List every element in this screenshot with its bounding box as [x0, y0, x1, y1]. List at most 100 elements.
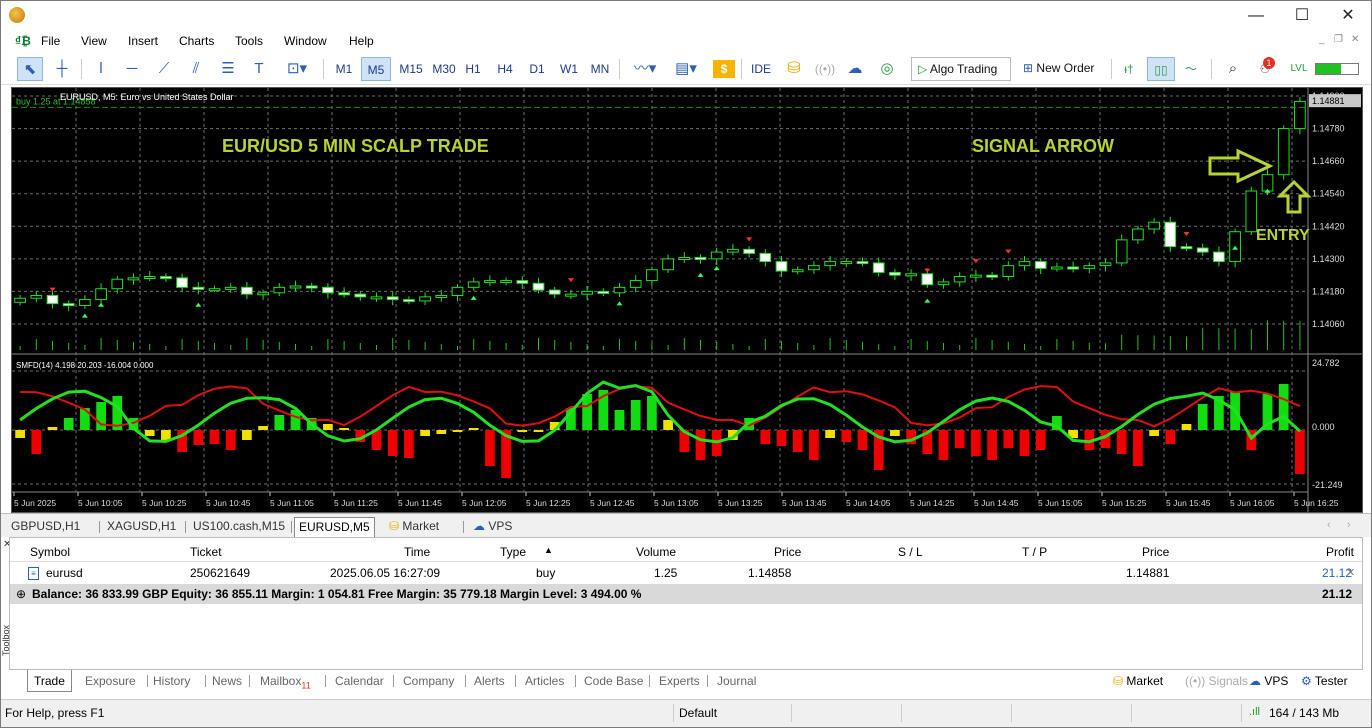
timeframe-mn[interactable]: MN — [587, 57, 613, 81]
mdi-minimize-icon[interactable]: _ — [1319, 34, 1325, 45]
candle-body — [241, 286, 253, 295]
shapes-dropdown-icon[interactable]: ⊡▾ — [277, 57, 317, 81]
menu-help[interactable]: Help — [349, 34, 374, 48]
mdi-close-icon[interactable]: ✕ — [1351, 34, 1359, 45]
tab-history[interactable]: History — [153, 674, 190, 688]
tab-code-base[interactable]: Code Base — [584, 674, 643, 688]
tab-alerts[interactable]: Alerts — [474, 674, 505, 688]
col-profit[interactable]: Profit — [1326, 545, 1354, 559]
col-volume[interactable]: Volume — [636, 545, 676, 559]
services-globe-icon[interactable]: ◎ — [875, 57, 899, 81]
algo-trading-button[interactable]: ▷ Algo Trading — [911, 57, 1011, 81]
position-row[interactable]: ≡ eurusd 250621649 2025.06.05 16:27:09 b… — [10, 563, 1362, 583]
price-chart[interactable]: 1.149001.147801.146601.145401.144201.143… — [12, 88, 1362, 512]
timeframe-h1[interactable]: H1 — [461, 57, 485, 81]
text-tool-icon[interactable]: T — [247, 57, 271, 81]
tab-company[interactable]: Company — [403, 674, 454, 688]
search-icon[interactable]: ⌕ — [1221, 57, 1245, 81]
ide-button[interactable]: IDE — [749, 57, 773, 81]
mdi-restore-icon[interactable]: ❐ — [1334, 34, 1343, 45]
tab-mailbox[interactable]: Mailbox11 — [260, 674, 311, 690]
line-chart-icon[interactable]: 〜 — [1179, 57, 1203, 81]
chart-window[interactable]: 1.149001.147801.146601.145401.144201.143… — [11, 87, 1363, 513]
menu-window[interactable]: Window — [284, 34, 327, 48]
candle-body — [289, 285, 302, 289]
col-tp[interactable]: T / P — [1022, 545, 1047, 559]
signals-icon[interactable]: ((•)) — [813, 57, 837, 81]
menu-tools[interactable]: Tools — [235, 34, 263, 48]
tab-exposure[interactable]: Exposure — [85, 674, 136, 688]
candle-body — [872, 262, 885, 273]
chart-tab-vps[interactable]: ☁ VPS — [469, 517, 516, 537]
minimize-button[interactable]: — — [1233, 1, 1279, 31]
tab-calendar[interactable]: Calendar — [335, 674, 384, 688]
horizontal-line-icon[interactable]: ─ — [119, 57, 145, 81]
level-icon[interactable]: LVL — [1289, 57, 1309, 81]
terminal-signals-link[interactable]: ((•)) Signals — [1185, 674, 1248, 688]
bar-chart-icon[interactable]: ᵻ† — [1117, 57, 1141, 81]
crosshair-tool-icon[interactable]: ┼ — [49, 57, 75, 81]
col-type[interactable]: Type — [500, 545, 526, 559]
close-position-icon[interactable]: ✕ — [1346, 566, 1355, 579]
timeframe-h4[interactable]: H4 — [493, 57, 517, 81]
terminal-tester-link[interactable]: ⚙ Tester — [1301, 674, 1348, 688]
timeframe-m5[interactable]: M5 — [361, 57, 391, 81]
chart-type-dropdown-icon[interactable]: 〰▾ — [627, 57, 663, 81]
vps-cloud-icon[interactable]: ☁ — [843, 57, 867, 81]
chart-menu-icon[interactable]: ₫₿ — [15, 34, 31, 48]
terminal-vps-link[interactable]: ☁ VPS — [1249, 674, 1288, 688]
close-button[interactable]: ✕ — [1325, 1, 1371, 31]
chart-tab-eurusd[interactable]: EURUSD,M5 — [294, 517, 375, 537]
vertical-line-icon[interactable]: ǀ — [89, 57, 113, 81]
menu-charts[interactable]: Charts — [179, 34, 214, 48]
expand-icon[interactable]: ⊕ — [16, 587, 26, 601]
col-price[interactable]: Price — [1142, 545, 1169, 559]
tab-scroll-right-icon[interactable]: › — [1347, 519, 1351, 531]
timeframe-m15[interactable]: M15 — [395, 57, 427, 81]
timeframe-m1[interactable]: M1 — [331, 57, 357, 81]
indicator-histogram-bar — [63, 418, 74, 430]
col-ticket[interactable]: Ticket — [190, 545, 222, 559]
candle-body — [1034, 261, 1047, 269]
col-symbol[interactable]: Symbol — [30, 545, 70, 559]
timeframe-m30[interactable]: M30 — [429, 57, 459, 81]
new-order-button[interactable]: ⊞ New Order — [1017, 57, 1105, 81]
col-time[interactable]: Time — [404, 545, 430, 559]
maximize-button[interactable]: ☐ — [1279, 1, 1325, 31]
menu-file[interactable]: File — [41, 34, 60, 48]
market-bag-icon[interactable]: ⛁ — [783, 57, 805, 81]
template-dropdown-icon[interactable]: ▤▾ — [667, 57, 705, 81]
notifications-icon[interactable]: ⚇ 1 — [1253, 57, 1277, 81]
chart-tab-market[interactable]: ⛁ Market — [385, 517, 443, 537]
candlestick-chart-icon[interactable]: ▯▯ — [1147, 57, 1175, 81]
col-sl[interactable]: S / L — [898, 545, 923, 559]
indicator-histogram-bar — [47, 427, 58, 430]
channel-icon[interactable]: ⫽ — [183, 57, 209, 81]
tab-journal[interactable]: Journal — [717, 674, 756, 688]
trendline-icon[interactable]: ⟋ — [151, 57, 177, 81]
tab-articles[interactable]: Articles — [525, 674, 564, 688]
annotation-signal: SIGNAL ARROW — [972, 136, 1114, 156]
candle-body — [970, 274, 982, 278]
timeframe-w1[interactable]: W1 — [557, 57, 581, 81]
market-dollar-icon[interactable]: $ — [713, 60, 735, 78]
tab-news[interactable]: News — [212, 674, 242, 688]
timeframe-d1[interactable]: D1 — [525, 57, 549, 81]
col-open-price[interactable]: Price — [774, 545, 801, 559]
indicator-histogram-bar — [809, 430, 819, 460]
menu-insert[interactable]: Insert — [128, 34, 158, 48]
chart-tab-xagusd[interactable]: XAGUSD,H1 — [103, 517, 180, 537]
candle-body — [1213, 251, 1225, 263]
menu-view[interactable]: View — [81, 34, 107, 48]
indicator-tick-label: -21.249 — [1312, 480, 1343, 490]
chart-tab-us100[interactable]: US100.cash,M15 — [189, 517, 289, 537]
terminal-market-link[interactable]: ⛁ Market — [1113, 674, 1163, 688]
tab-trade[interactable]: Trade — [27, 670, 72, 692]
candle-body — [192, 286, 205, 290]
cursor-tool-icon[interactable]: ⬉ — [17, 57, 43, 81]
tab-experts[interactable]: Experts — [659, 674, 700, 688]
tab-scroll-left-icon[interactable]: ‹ — [1327, 519, 1331, 531]
chart-tab-gbpusd[interactable]: GBPUSD,H1 — [7, 517, 84, 537]
fibonacci-icon[interactable]: ☰ — [215, 57, 241, 81]
terminal-tabs: Trade Exposure History News Mailbox11 Ca… — [9, 669, 1363, 693]
